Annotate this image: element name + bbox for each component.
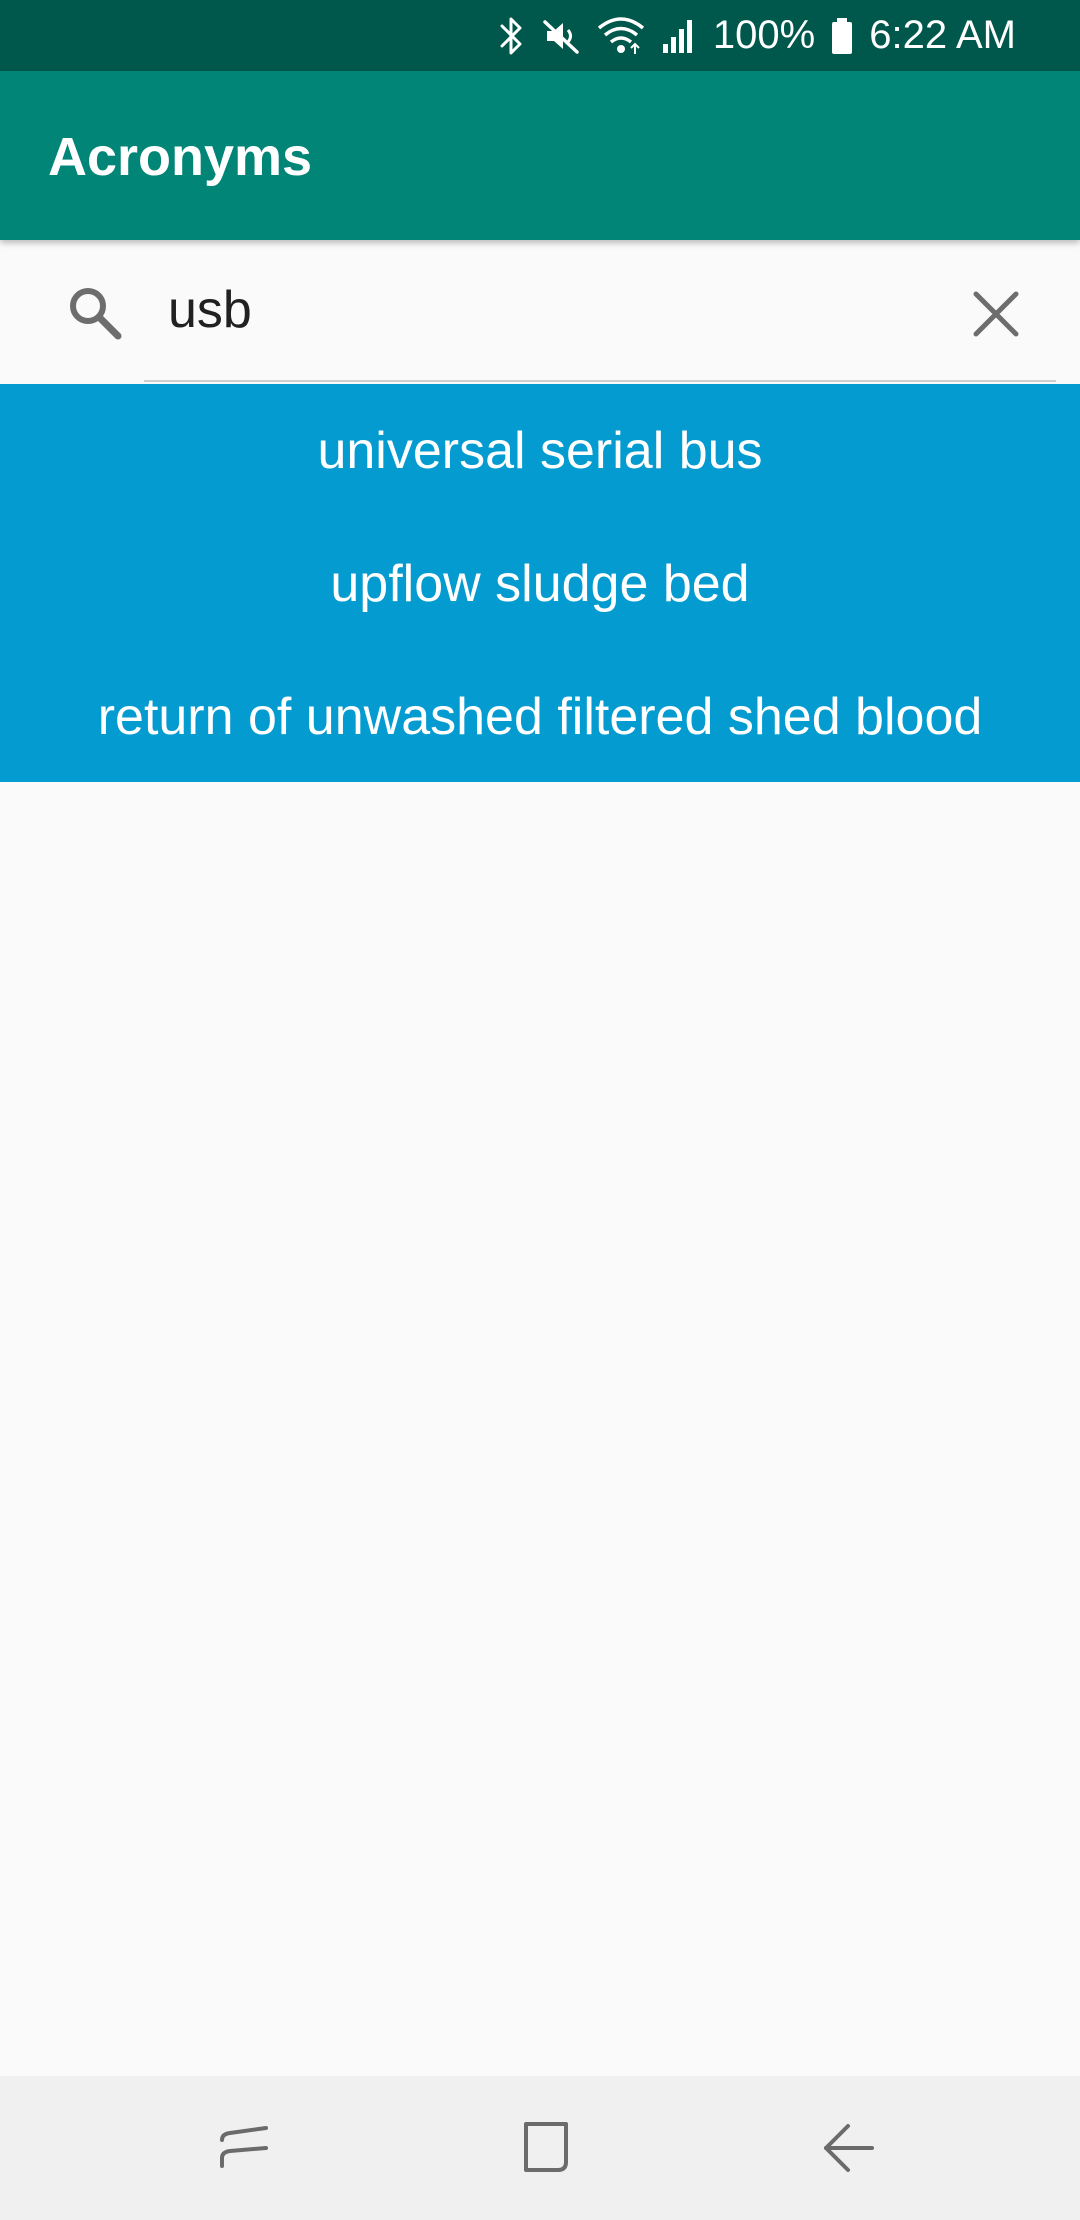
back-button[interactable] [816,2116,880,2180]
search-input[interactable] [146,270,946,350]
result-item[interactable]: upflow sludge bed [0,517,1080,650]
results-list: universal serial bus upflow sludge bed r… [0,384,1080,782]
home-icon [524,2122,568,2172]
result-item[interactable]: return of unwashed filtered shed blood [0,650,1080,783]
back-icon [824,2124,874,2172]
search-underline [144,380,1056,382]
status-time: 6:22 AM [869,13,1016,57]
navigation-bar [0,2076,1080,2220]
battery-text: 100% [712,13,816,57]
wifi-icon [597,16,645,56]
status-bar: 100% 6:22 AM [0,0,1080,71]
bluetooth-icon [499,16,525,56]
mute-icon [541,16,581,56]
result-item[interactable]: universal serial bus [0,384,1080,517]
search-icon [64,282,126,344]
app-title: Acronyms [48,127,313,187]
recent-apps-button[interactable] [212,2116,276,2180]
app-bar: Acronyms [0,71,1080,240]
close-icon [973,291,1019,337]
clear-search-button[interactable] [962,280,1030,348]
search-bar [0,240,1080,384]
battery-icon [831,16,853,56]
home-button[interactable] [514,2116,578,2180]
signal-icon [661,16,697,56]
recent-apps-icon [220,2126,268,2168]
